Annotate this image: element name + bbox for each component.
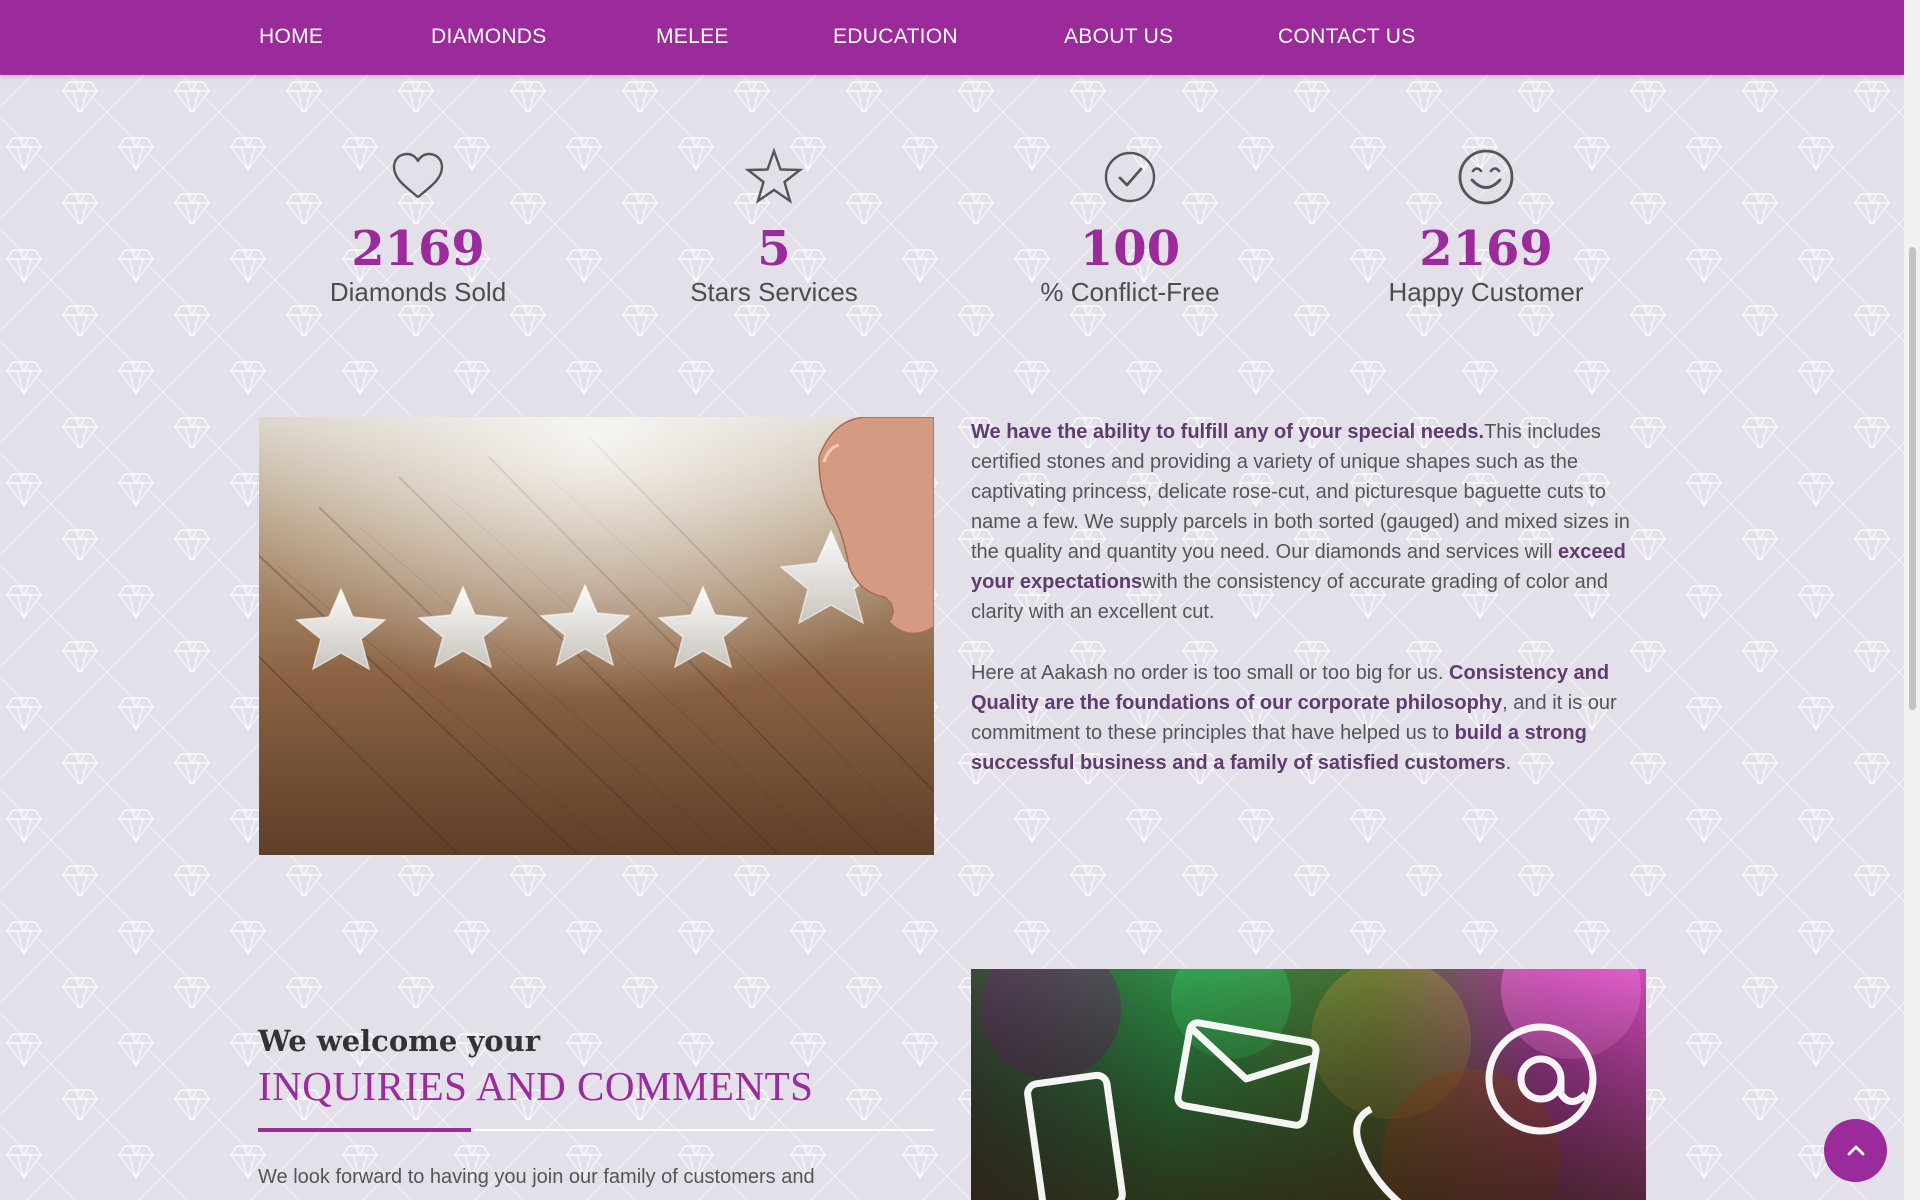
- five-stars-photo: [259, 417, 934, 855]
- nav-contact-us[interactable]: CONTACT US: [1278, 25, 1416, 49]
- body-text: Here at Aakash no order is too small or …: [971, 662, 1450, 684]
- about-paragraph-1: We have the ability to fulfill any of yo…: [971, 417, 1649, 627]
- page-scrollbar[interactable]: [1904, 0, 1920, 1200]
- heart-icon: [392, 152, 444, 199]
- stat-happy-customer: 2169 Happy Customer: [1326, 145, 1646, 308]
- stat-label: Diamonds Sold: [329, 277, 507, 307]
- stat-conflict-free: 100 % Conflict-Free: [970, 145, 1290, 308]
- contact-icons-photo: [971, 969, 1646, 1200]
- main-navbar: HOME DIAMONDS MELEE EDUCATION ABOUT US C…: [0, 0, 1904, 75]
- inquiries-heading: INQUIRIES AND COMMENTS: [258, 1063, 814, 1109]
- body-text: .: [1505, 752, 1512, 774]
- stat-diamonds-sold: 2169 Diamonds Sold: [258, 145, 578, 308]
- nav-about-us[interactable]: ABOUT US: [1064, 25, 1173, 49]
- smiley-icon: [1458, 149, 1514, 205]
- nav-home[interactable]: HOME: [259, 25, 323, 49]
- star-icon: [744, 147, 804, 204]
- stat-stars-services: 5 Stars Services: [614, 145, 934, 308]
- inquiries-text: We look forward to having you join our f…: [258, 1166, 815, 1188]
- scrollbar-thumb[interactable]: [1909, 247, 1916, 710]
- about-paragraph-2: Here at Aakash no order is too small or …: [971, 658, 1649, 778]
- inquiries-subheading: We welcome your: [258, 1024, 540, 1058]
- nav-melee[interactable]: MELEE: [656, 25, 729, 49]
- emphasis-text: We have the ability to fulfill any of yo…: [971, 421, 1485, 443]
- scroll-to-top-button[interactable]: [1824, 1119, 1887, 1182]
- chevron-up-icon: [1847, 1145, 1864, 1155]
- stat-label: Happy Customer: [1388, 277, 1584, 307]
- stat-number: 2169: [1419, 221, 1553, 277]
- inquiries-section: We welcome your INQUIRIES AND COMMENTS W…: [258, 1024, 934, 1192]
- nav-education[interactable]: EDUCATION: [833, 25, 958, 49]
- heading-divider: [258, 1128, 934, 1132]
- nav-diamonds[interactable]: DIAMONDS: [431, 25, 547, 49]
- stat-label: % Conflict-Free: [1040, 277, 1220, 307]
- stat-number: 100: [1079, 221, 1181, 277]
- check-circle-icon: [1104, 151, 1156, 203]
- stat-number: 5: [757, 221, 791, 277]
- stat-number: 2169: [351, 221, 485, 277]
- about-text: We have the ability to fulfill any of yo…: [971, 417, 1649, 809]
- stat-label: Stars Services: [690, 277, 858, 307]
